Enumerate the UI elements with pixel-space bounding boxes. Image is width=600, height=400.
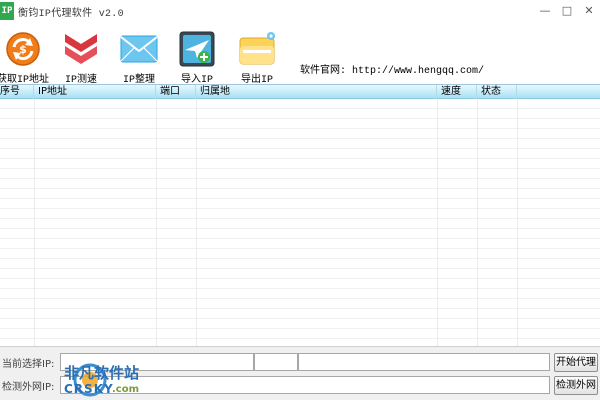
col-status[interactable]: 状态 bbox=[477, 85, 517, 99]
col-ip-address[interactable]: IP地址 bbox=[34, 85, 156, 99]
current-location-field[interactable] bbox=[298, 353, 550, 371]
official-site-link[interactable]: 软件官网: http://www.hengqq.com/ bbox=[300, 61, 484, 77]
current-port-field[interactable] bbox=[254, 353, 298, 371]
svg-text:$: $ bbox=[19, 43, 27, 56]
refresh-dollar-icon: $ bbox=[6, 32, 40, 66]
export-ip-button[interactable]: 导出IP bbox=[228, 30, 286, 86]
col-index[interactable]: 序号 bbox=[0, 85, 34, 99]
col-port[interactable]: 端口 bbox=[156, 85, 196, 99]
column-divider bbox=[34, 99, 35, 347]
column-divider bbox=[156, 99, 157, 347]
column-divider bbox=[477, 99, 478, 347]
detect-ip-label: 检测外网IP: bbox=[2, 382, 55, 393]
watermark-domain: .com bbox=[112, 384, 140, 395]
col-location[interactable]: 归属地 bbox=[196, 85, 437, 99]
minimize-icon[interactable]: — bbox=[536, 2, 554, 20]
ip-speed-test-button[interactable]: IP测速 bbox=[52, 30, 110, 86]
title-bar: IP 衡钧IP代理软件 v2.0 — □ ✕ bbox=[0, 0, 600, 24]
watermark-text: 非凡软件站 bbox=[64, 364, 140, 382]
window-title: 衡钧IP代理软件 v2.0 bbox=[18, 9, 124, 20]
watermark-brand: CRSKY bbox=[64, 382, 114, 396]
table-header: 序号 IP地址 端口 归属地 速度 状态 bbox=[0, 85, 600, 99]
col-speed[interactable]: 速度 bbox=[437, 85, 477, 99]
column-divider bbox=[517, 99, 518, 347]
get-ip-button[interactable]: $ 获取IP地址 bbox=[0, 30, 52, 86]
app-logo-icon: IP bbox=[0, 2, 14, 20]
column-divider bbox=[437, 99, 438, 347]
import-plane-icon bbox=[179, 31, 215, 67]
export-folder-icon bbox=[239, 32, 275, 65]
import-ip-button[interactable]: 导入IP bbox=[168, 30, 226, 86]
ip-table: 序号 IP地址 端口 归属地 速度 状态 bbox=[0, 84, 600, 347]
close-icon[interactable]: ✕ bbox=[580, 2, 598, 20]
ip-organize-button[interactable]: IP整理 bbox=[110, 30, 168, 86]
current-ip-label: 当前选择IP: bbox=[2, 359, 55, 370]
toolbar: $ 获取IP地址 IP测速 IP整理 导入IP 导出IP 软件官网: http:… bbox=[0, 24, 600, 86]
column-divider bbox=[196, 99, 197, 347]
start-proxy-button[interactable]: 开始代理 bbox=[554, 353, 598, 372]
maximize-icon[interactable]: □ bbox=[558, 2, 576, 20]
double-chevron-down-icon bbox=[65, 34, 97, 64]
envelope-icon bbox=[120, 35, 158, 63]
table-body[interactable] bbox=[0, 99, 600, 347]
detect-external-button[interactable]: 检测外网 bbox=[554, 376, 598, 395]
